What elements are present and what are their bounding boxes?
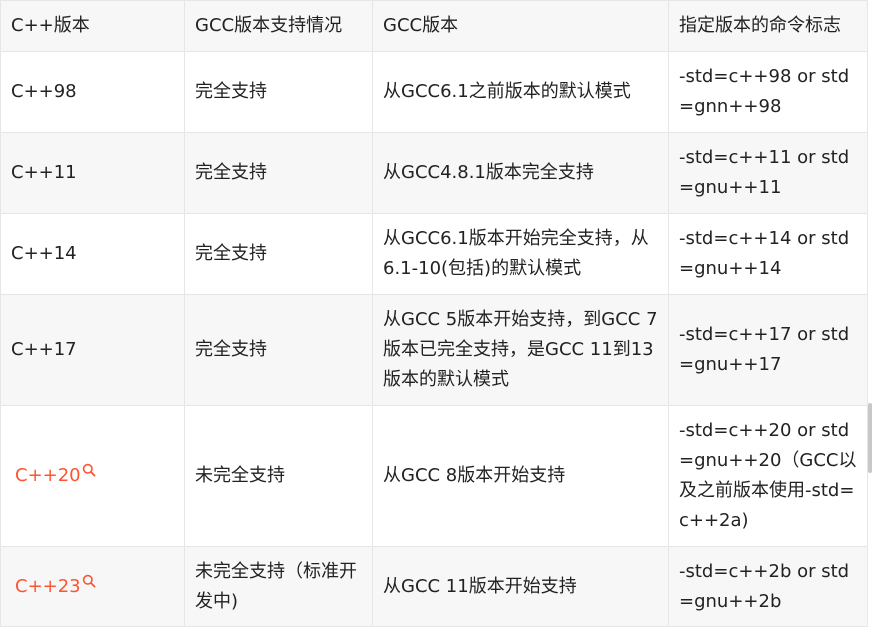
cell-cpp-version: C++98 bbox=[0, 51, 185, 133]
cpp23-link-text[interactable]: C++23 bbox=[15, 576, 81, 597]
gcc-version-table: C++版本 GCC版本支持情况 GCC版本 指定版本的命令标志 C++98 完全… bbox=[0, 0, 868, 627]
header-command-flag: 指定版本的命令标志 bbox=[668, 0, 868, 52]
cell-gcc-support: 完全支持 bbox=[184, 213, 373, 295]
cell-cpp-version: C++14 bbox=[0, 213, 185, 295]
cell-gcc-version: 从GCC6.1之前版本的默认模式 bbox=[372, 51, 669, 133]
cell-gcc-version: 从GCC 11版本开始支持 bbox=[372, 546, 669, 627]
cpp20-link-text[interactable]: C++20 bbox=[15, 465, 81, 486]
cell-gcc-version: 从GCC 8版本开始支持 bbox=[372, 405, 669, 547]
cpp23-search-link[interactable]: C++23 bbox=[11, 572, 96, 602]
cell-cpp-version: C++17 bbox=[0, 294, 185, 406]
cell-gcc-support: 未完全支持（标准开发中) bbox=[184, 546, 373, 627]
table-row: C++14 完全支持 从GCC6.1版本开始完全支持，从6.1-10(包括)的默… bbox=[0, 213, 868, 295]
cell-cpp-version: C++23 bbox=[0, 546, 185, 627]
cell-gcc-support: 完全支持 bbox=[184, 294, 373, 406]
cell-command-flag: -std=c++14 or std=gnu++14 bbox=[668, 213, 868, 295]
table-row: C++17 完全支持 从GCC 5版本开始支持，到GCC 7版本已完全支持，是G… bbox=[0, 294, 868, 406]
table-row: C++23 未完全支持（标准开发中) 从GCC 11版本开始支持 -std=c+… bbox=[0, 546, 868, 627]
cell-gcc-support: 完全支持 bbox=[184, 51, 373, 133]
table-row: C++98 完全支持 从GCC6.1之前版本的默认模式 -std=c++98 o… bbox=[0, 51, 868, 133]
search-icon[interactable] bbox=[82, 463, 96, 477]
cell-command-flag: -std=c++20 or std=gnu++20（GCC以及之前版本使用-st… bbox=[668, 405, 868, 547]
cpp20-search-link[interactable]: C++20 bbox=[11, 461, 96, 491]
cell-gcc-support: 完全支持 bbox=[184, 132, 373, 214]
cell-cpp-version: C++11 bbox=[0, 132, 185, 214]
table-row: C++11 完全支持 从GCC4.8.1版本完全支持 -std=c++11 or… bbox=[0, 132, 868, 214]
table-header-row: C++版本 GCC版本支持情况 GCC版本 指定版本的命令标志 bbox=[0, 0, 868, 52]
header-gcc-version: GCC版本 bbox=[372, 0, 669, 52]
cell-command-flag: -std=c++17 or std=gnu++17 bbox=[668, 294, 868, 406]
header-cpp-version: C++版本 bbox=[0, 0, 185, 52]
cell-command-flag: -std=c++98 or std=gnn++98 bbox=[668, 51, 868, 133]
cell-command-flag: -std=c++2b or std=gnu++2b bbox=[668, 546, 868, 627]
cell-command-flag: -std=c++11 or std=gnu++11 bbox=[668, 132, 868, 214]
cell-gcc-version: 从GCC6.1版本开始完全支持，从6.1-10(包括)的默认模式 bbox=[372, 213, 669, 295]
header-gcc-support: GCC版本支持情况 bbox=[184, 0, 373, 52]
search-icon[interactable] bbox=[82, 574, 96, 588]
cell-cpp-version: C++20 bbox=[0, 405, 185, 547]
table-row: C++20 未完全支持 从GCC 8版本开始支持 -std=c++20 or s… bbox=[0, 405, 868, 547]
vertical-scrollbar[interactable] bbox=[868, 403, 872, 473]
cell-gcc-version: 从GCC 5版本开始支持，到GCC 7版本已完全支持，是GCC 11到13版本的… bbox=[372, 294, 669, 406]
cell-gcc-support: 未完全支持 bbox=[184, 405, 373, 547]
cell-gcc-version: 从GCC4.8.1版本完全支持 bbox=[372, 132, 669, 214]
